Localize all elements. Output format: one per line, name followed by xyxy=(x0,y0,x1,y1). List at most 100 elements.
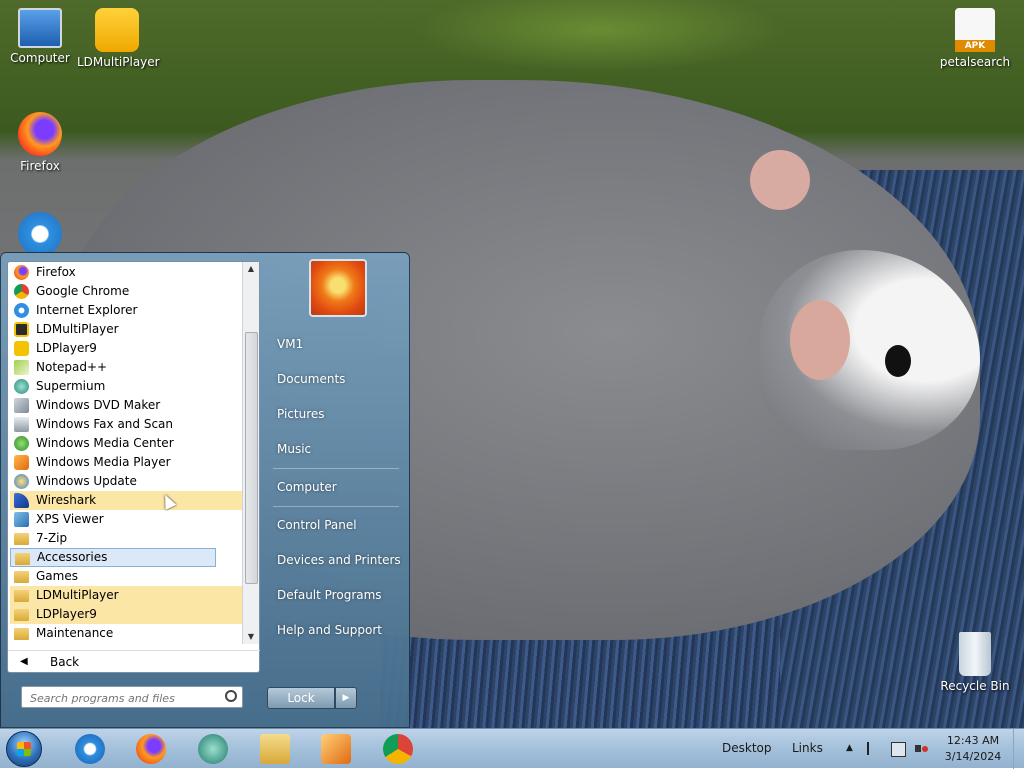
media-player-icon xyxy=(321,734,351,764)
chrome-icon xyxy=(383,734,413,764)
taskbar: Desktop Links ▲ 12:43 AM 3/14/2024 xyxy=(0,728,1024,769)
program-item-maintenance[interactable]: Maintenance xyxy=(10,624,242,643)
fax-icon xyxy=(14,417,29,432)
network-icon[interactable] xyxy=(891,742,906,757)
notepad-icon xyxy=(14,360,29,375)
lock-button[interactable]: Lock xyxy=(267,687,335,709)
links-toolbar[interactable]: Links xyxy=(792,741,823,755)
desktop-icon-label: Recycle Bin xyxy=(940,679,1010,693)
taskbar-media-player[interactable] xyxy=(316,732,356,766)
volume-muted-icon[interactable] xyxy=(915,742,928,755)
scrollbar-thumb[interactable] xyxy=(245,332,258,584)
scroll-down-arrow-icon[interactable]: ▼ xyxy=(243,630,259,644)
program-label: LDPlayer9 xyxy=(36,607,97,621)
program-item-notepad-plus-plus[interactable]: Notepad++ xyxy=(10,358,242,377)
apk-badge: APK xyxy=(955,40,995,52)
menu-item-control-panel[interactable]: Control Panel xyxy=(277,518,357,532)
menu-item-documents[interactable]: Documents xyxy=(277,372,345,386)
dvd-maker-icon xyxy=(14,398,29,413)
media-player-icon xyxy=(14,455,29,470)
search-icon[interactable] xyxy=(225,690,237,702)
scroll-up-arrow-icon[interactable]: ▲ xyxy=(243,262,259,276)
desktop-icon-label: Computer xyxy=(10,51,70,65)
menu-item-pictures[interactable]: Pictures xyxy=(277,407,325,421)
back-button[interactable]: ◀ Back xyxy=(8,650,260,673)
program-item-ldmultiplayer-folder[interactable]: LDMultiPlayer xyxy=(10,586,242,605)
program-label: Internet Explorer xyxy=(36,303,138,317)
program-item-accessories[interactable]: Accessories xyxy=(10,548,216,567)
program-item-supermium[interactable]: Supermium xyxy=(10,377,242,396)
taskbar-internet-explorer[interactable] xyxy=(70,732,110,766)
menu-item-user[interactable]: VM1 xyxy=(277,337,303,351)
desktop-icon-firefox[interactable]: Firefox xyxy=(0,112,80,173)
program-label: Games xyxy=(36,569,78,583)
desktop-icon-internet-explorer[interactable] xyxy=(0,212,80,252)
user-picture[interactable] xyxy=(309,259,367,317)
menu-item-default-programs[interactable]: Default Programs xyxy=(277,588,382,602)
program-item-7-zip[interactable]: 7-Zip xyxy=(10,529,242,548)
program-item-windows-fax-and-scan[interactable]: Windows Fax and Scan xyxy=(10,415,242,434)
desktop-icon-label: LDMultiPlayer xyxy=(77,55,160,69)
firefox-icon xyxy=(136,734,166,764)
program-item-ldplayer9-folder[interactable]: LDPlayer9 xyxy=(10,605,242,624)
program-item-windows-dvd-maker[interactable]: Windows DVD Maker xyxy=(10,396,242,415)
program-item-google-chrome[interactable]: Google Chrome xyxy=(10,282,242,301)
ldmultiplayer-icon xyxy=(14,322,29,337)
program-label: Wireshark xyxy=(36,493,97,507)
menu-item-music[interactable]: Music xyxy=(277,442,311,456)
desktop-icon-label: petalsearch xyxy=(939,55,1011,69)
desktop-icon-recycle-bin[interactable]: Recycle Bin xyxy=(935,632,1015,693)
search-input[interactable] xyxy=(28,688,222,708)
menu-item-help-and-support[interactable]: Help and Support xyxy=(277,623,382,637)
folder-icon xyxy=(15,553,30,565)
desktop-icon-ldmultiplayer[interactable]: LDMultiPlayer xyxy=(77,8,160,69)
desktop-toolbar[interactable]: Desktop xyxy=(722,741,772,755)
back-arrow-icon: ◀ xyxy=(20,656,28,667)
folder-icon xyxy=(14,628,29,640)
desktop-icon-petalsearch[interactable]: APK petalsearch xyxy=(935,8,1015,69)
system-clock[interactable]: 12:43 AM 3/14/2024 xyxy=(940,733,1006,765)
supermium-icon xyxy=(14,379,29,394)
start-menu: Firefox Google Chrome Internet Explorer … xyxy=(0,252,410,728)
program-item-xps-viewer[interactable]: XPS Viewer xyxy=(10,510,242,529)
explorer-icon xyxy=(260,734,290,764)
all-programs-list: Firefox Google Chrome Internet Explorer … xyxy=(8,262,244,644)
taskbar-firefox[interactable] xyxy=(131,732,171,766)
wallpaper-rat-eye xyxy=(885,345,911,377)
action-center-flag-icon[interactable] xyxy=(867,742,882,755)
program-item-games[interactable]: Games xyxy=(10,567,242,586)
folder-icon xyxy=(14,609,29,621)
program-label: Windows Media Center xyxy=(36,436,174,450)
recycle-bin-icon xyxy=(959,632,991,676)
start-button[interactable] xyxy=(6,731,42,767)
menu-separator xyxy=(273,506,399,507)
menu-item-computer[interactable]: Computer xyxy=(277,480,337,494)
start-menu-right-pane: VM1 Documents Pictures Music Computer Co… xyxy=(267,253,411,729)
taskbar-windows-explorer[interactable] xyxy=(255,732,295,766)
program-item-ldmultiplayer[interactable]: LDMultiPlayer xyxy=(10,320,242,339)
chrome-icon xyxy=(14,284,29,299)
menu-item-devices-and-printers[interactable]: Devices and Printers xyxy=(277,553,401,567)
show-hidden-icons-arrow-icon[interactable]: ▲ xyxy=(846,743,853,753)
shutdown-options-arrow-icon[interactable]: ▶ xyxy=(335,687,357,709)
program-label: Maintenance xyxy=(36,626,114,640)
program-item-ldplayer9[interactable]: LDPlayer9 xyxy=(10,339,242,358)
program-item-windows-media-center[interactable]: Windows Media Center xyxy=(10,434,242,453)
search-box[interactable] xyxy=(21,686,243,708)
ldmultiplayer-icon xyxy=(95,8,139,52)
folder-icon xyxy=(14,590,29,602)
programs-scrollbar[interactable]: ▲ ▼ xyxy=(242,262,259,644)
ldplayer-icon xyxy=(14,341,29,356)
program-item-internet-explorer[interactable]: Internet Explorer xyxy=(10,301,242,320)
program-item-wireshark[interactable]: Wireshark xyxy=(10,491,242,510)
program-item-windows-update[interactable]: Windows Update xyxy=(10,472,242,491)
program-item-windows-media-player[interactable]: Windows Media Player xyxy=(10,453,242,472)
taskbar-supermium[interactable] xyxy=(193,732,233,766)
show-desktop-button[interactable] xyxy=(1013,729,1024,769)
program-label: Windows Fax and Scan xyxy=(36,417,174,431)
desktop-icon-label: Firefox xyxy=(20,159,60,173)
program-item-firefox[interactable]: Firefox xyxy=(10,263,242,282)
menu-separator xyxy=(273,468,399,469)
taskbar-google-chrome[interactable] xyxy=(378,732,418,766)
desktop-icon-computer[interactable]: Computer xyxy=(0,8,80,65)
